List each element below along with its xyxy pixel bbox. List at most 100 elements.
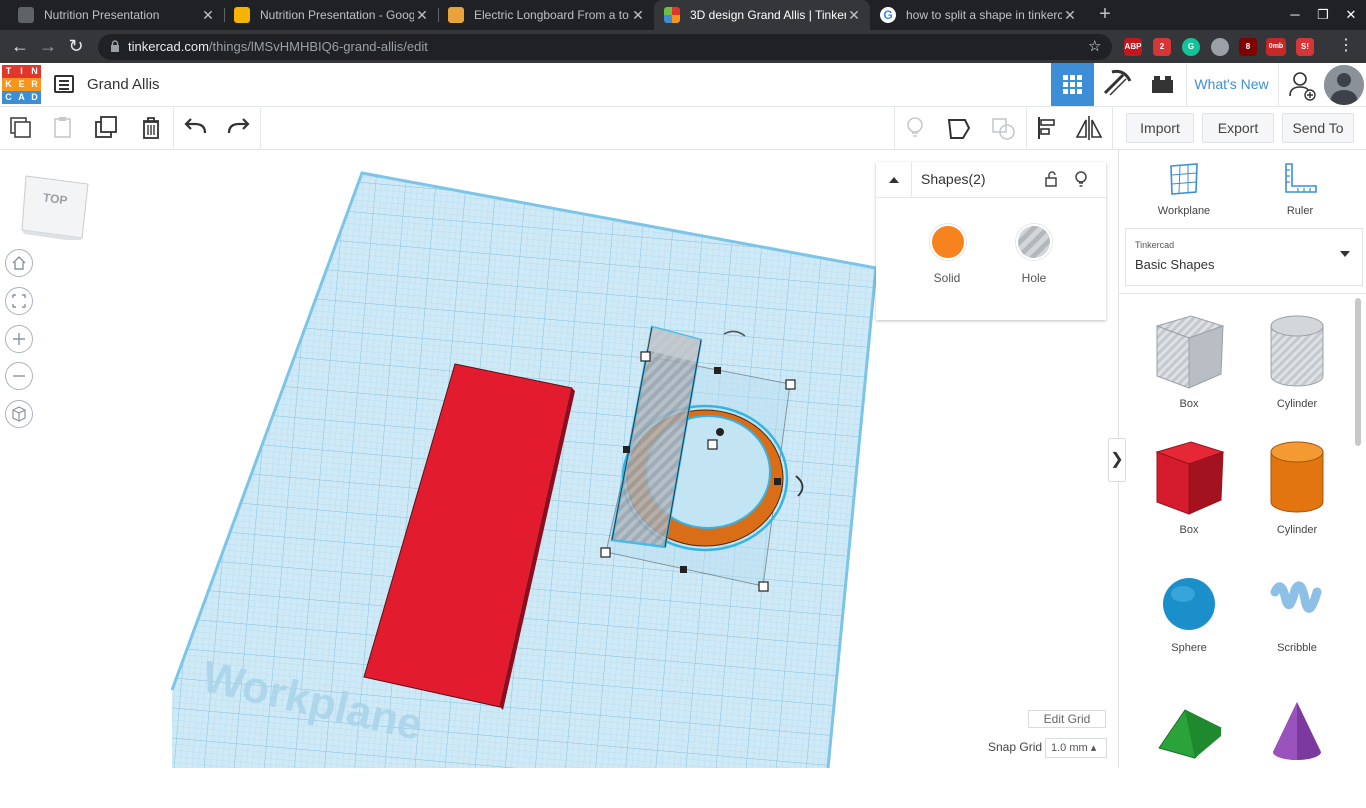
box-hole-icon xyxy=(1155,315,1225,389)
snap-grid-label: Snap Grid xyxy=(988,740,1043,754)
shape-roof[interactable] xyxy=(1139,698,1239,808)
tab-close-icon[interactable]: ✕ xyxy=(1062,7,1078,24)
redo-button[interactable] xyxy=(217,107,259,149)
browser-tab-tinkercad[interactable]: 3D design Grand Allis | Tinkercad ✕ xyxy=(654,0,870,30)
shape-cylinder-solid[interactable]: Cylinder xyxy=(1247,438,1347,548)
tab-close-icon[interactable]: ✕ xyxy=(200,7,216,24)
back-button[interactable]: ← xyxy=(8,35,32,59)
shapes-scrollbar[interactable] xyxy=(1355,298,1361,446)
tab-close-icon[interactable]: ✕ xyxy=(630,7,646,24)
bricks-view-button[interactable] xyxy=(1141,63,1184,106)
add-collaborator-button[interactable] xyxy=(1278,63,1322,106)
mirror-button[interactable] xyxy=(1068,107,1110,149)
snap-grid-select[interactable]: 1.0 mm ▴ xyxy=(1045,738,1107,758)
view-cube[interactable]: TOP xyxy=(20,170,90,242)
align-button[interactable] xyxy=(1026,107,1068,149)
edit-toolbar: Import Export Send To xyxy=(0,107,1366,150)
address-bar[interactable]: tinkercad.com/things/lMSvHMHBIQ6-grand-a… xyxy=(98,34,1112,60)
logo-letter: C xyxy=(2,91,15,104)
inspector-header: Shapes(2) xyxy=(876,162,1106,198)
browser-tab-google[interactable]: G how to split a shape in tinkercad ✕ xyxy=(870,0,1086,30)
blocks-editor-button[interactable] xyxy=(1096,63,1139,106)
duplicate-button[interactable] xyxy=(86,107,128,149)
group-button[interactable] xyxy=(938,107,980,149)
redo-icon xyxy=(227,118,250,134)
send-to-button[interactable]: Send To xyxy=(1282,113,1354,143)
export-button[interactable]: Export xyxy=(1202,113,1274,143)
paste-button[interactable] xyxy=(42,107,84,149)
zoom-out-button[interactable] xyxy=(5,362,33,390)
tinkercad-logo[interactable]: T I N K E R C A D xyxy=(2,65,41,104)
extension-badge-icon[interactable]: 2 xyxy=(1153,38,1171,56)
home-view-button[interactable] xyxy=(5,249,33,277)
user-avatar[interactable] xyxy=(1324,65,1364,105)
import-button[interactable]: Import xyxy=(1126,113,1194,143)
ruler-tool[interactable]: Ruler xyxy=(1255,162,1345,217)
notes-button[interactable] xyxy=(894,107,936,149)
maximize-button[interactable]: ❐ xyxy=(1308,0,1338,30)
collapse-caret-icon[interactable] xyxy=(886,172,902,188)
ungroup-button[interactable] xyxy=(982,107,1024,149)
toolbar-divider xyxy=(260,107,261,149)
header-divider xyxy=(911,162,912,198)
unlock-icon[interactable] xyxy=(1042,170,1060,188)
whats-new-link[interactable]: What's New xyxy=(1186,63,1276,106)
undo-button[interactable] xyxy=(175,107,217,149)
shape-scribble[interactable]: Scribble xyxy=(1247,572,1347,682)
edit-grid-button[interactable]: Edit Grid xyxy=(1028,710,1106,728)
ruler-tool-label: Ruler xyxy=(1286,205,1314,217)
bookmark-star-icon[interactable]: ☆ xyxy=(1088,37,1101,55)
shape-label: Cylinder xyxy=(1276,398,1318,410)
copy-button[interactable] xyxy=(0,107,42,149)
extension-gear-icon[interactable] xyxy=(1211,38,1229,56)
panel-collapse-handle[interactable]: ❯ xyxy=(1108,438,1126,482)
logo-letter: R xyxy=(28,78,41,91)
tab-close-icon[interactable]: ✕ xyxy=(414,7,430,24)
scribble-icon xyxy=(1270,581,1322,613)
brick-icon xyxy=(1152,76,1173,93)
new-tab-button[interactable]: + xyxy=(1094,4,1116,26)
perspective-button[interactable] xyxy=(5,400,33,428)
tab-title: Nutrition Presentation - Google S xyxy=(260,8,414,22)
shape-cone[interactable] xyxy=(1247,698,1347,808)
grammarly-extension-icon[interactable]: G xyxy=(1182,38,1200,56)
workplane-tool[interactable]: Workplane xyxy=(1139,162,1229,217)
ublock-extension-icon[interactable]: 8 xyxy=(1239,38,1257,56)
logo-letter: T xyxy=(2,65,15,78)
forward-button[interactable]: → xyxy=(36,35,60,59)
close-window-button[interactable]: ✕ xyxy=(1336,0,1366,30)
shape-box-hole[interactable]: Box xyxy=(1139,312,1239,422)
shape-label: Scribble xyxy=(1277,642,1317,654)
shape-library-select[interactable]: Tinkercad Basic Shapes xyxy=(1125,228,1363,286)
browser-tab-slides[interactable]: Nutrition Presentation - Google S ✕ xyxy=(224,0,438,30)
browser-toolbar: ← → ↻ tinkercad.com/things/lMSvHMHBIQ6-g… xyxy=(0,30,1366,63)
browser-tab-strip: Nutrition Presentation ✕ Nutrition Prese… xyxy=(0,0,1366,30)
browser-menu-icon[interactable]: ⋮ xyxy=(1334,35,1358,59)
adblock-extension-icon[interactable]: ABP xyxy=(1124,38,1142,56)
roof-icon xyxy=(1158,709,1222,759)
shape-label: Box xyxy=(1179,398,1199,410)
shape-sphere[interactable]: Sphere xyxy=(1139,572,1239,682)
reload-button[interactable]: ↻ xyxy=(64,35,88,59)
shape-box-solid[interactable]: Box xyxy=(1139,438,1239,548)
lightbulb-icon[interactable] xyxy=(1072,169,1090,189)
delete-button[interactable] xyxy=(130,107,172,149)
browser-tab-nutrition[interactable]: Nutrition Presentation ✕ xyxy=(8,0,224,30)
solid-color-swatch[interactable] xyxy=(930,224,966,260)
tab-title: Electric Longboard From a to Z xyxy=(474,8,630,22)
memory-extension-icon[interactable]: 0mb xyxy=(1266,38,1286,56)
hole-swatch[interactable] xyxy=(1016,224,1052,260)
designs-list-icon[interactable] xyxy=(54,75,74,93)
undo-icon xyxy=(184,118,207,134)
fit-view-button[interactable] xyxy=(5,287,33,315)
grid-view-icon xyxy=(1063,75,1082,94)
minimize-button[interactable]: ─ xyxy=(1280,0,1310,30)
design-title[interactable]: Grand Allis xyxy=(87,76,160,93)
3d-view-button[interactable] xyxy=(1051,63,1094,106)
library-provider: Tinkercad xyxy=(1135,240,1175,250)
extension-s-icon[interactable]: S! xyxy=(1296,38,1314,56)
browser-tab-longboard[interactable]: Electric Longboard From a to Z ✕ xyxy=(438,0,654,30)
shape-cylinder-hole[interactable]: Cylinder xyxy=(1247,312,1347,422)
tab-close-icon[interactable]: ✕ xyxy=(846,7,862,24)
zoom-in-button[interactable] xyxy=(5,325,33,353)
